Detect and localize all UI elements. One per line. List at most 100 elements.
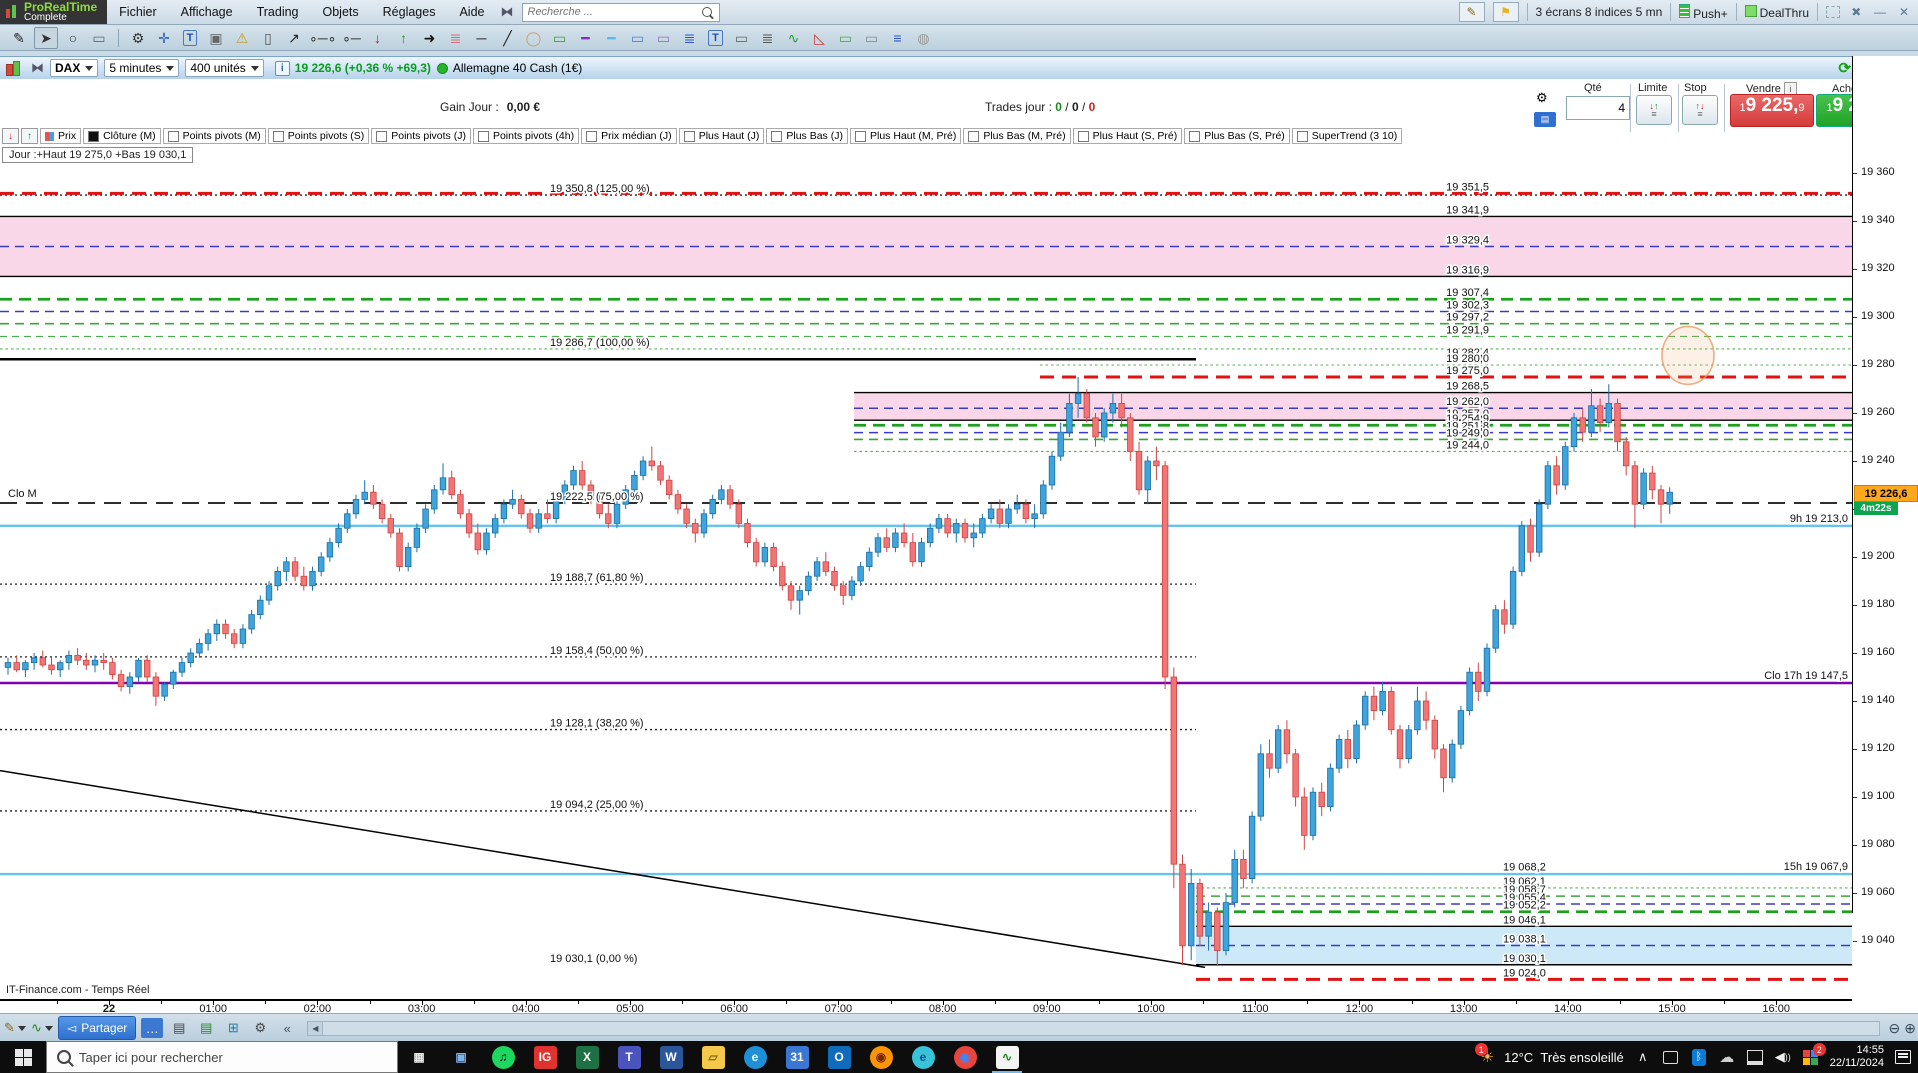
hline-icon[interactable]: ─ [470,28,492,48]
pin-icon[interactable]: ✚ [1845,1,1866,22]
instrument-select[interactable]: DAX [50,59,99,77]
menu-objets[interactable]: Objets [311,2,371,22]
legend-item-13[interactable]: SuperTrend (3 10) [1291,128,1403,144]
quantity-input[interactable] [1566,96,1630,120]
zoom-icon[interactable]: ○ [62,28,84,48]
zoom-in-icon[interactable]: ⊕ [1904,1020,1916,1037]
arrow-down-icon[interactable]: ↓ [366,28,388,48]
legend-item-6[interactable]: Prix médian (J) [581,128,677,144]
quotes-icon[interactable]: ▤ [195,1018,217,1038]
app-edge[interactable]: e [902,1041,944,1073]
legend-item-3[interactable]: Points pivots (S) [267,128,370,144]
notification-center-icon[interactable] [1894,1048,1912,1066]
price-axis[interactable]: 19 360 19 340 19 320 19 300 19 280 19 260 19 2… [1852,56,1918,946]
segment-icon[interactable]: ∘─∘ [309,28,336,48]
ellipse-icon[interactable]: ◯ [522,28,544,48]
fib-levels-icon[interactable]: ≣ [678,28,700,48]
tray-apps-icon[interactable]: 2 [1802,1043,1826,1066]
arrow-right-icon[interactable]: ➜ [418,28,440,48]
search-icon[interactable] [701,7,712,17]
tray-chevron-icon[interactable]: ∧ [1634,1048,1652,1066]
app-calendar[interactable]: 31 [776,1041,818,1073]
restore-icon[interactable] [1826,6,1840,18]
legend-item-1[interactable]: Clôture (M) [83,128,161,144]
network-icon[interactable] [1746,1048,1764,1066]
app-word[interactable]: W [650,1041,692,1073]
timeframe-select[interactable]: 5 minutes [104,59,180,77]
app-explorer[interactable]: ▱ [692,1041,734,1073]
annotation-icon[interactable]: ≡ [886,28,908,48]
pattern-icon[interactable]: ◺ [808,28,830,48]
taskbar-search[interactable]: Taper ici pour rechercher [46,1041,398,1073]
alert-icon[interactable]: ⚠ [231,28,253,48]
collapse-left-icon[interactable]: « [276,1018,298,1038]
collapse-down-button[interactable]: ↓ [2,128,19,144]
start-button[interactable] [0,1041,46,1073]
close-icon[interactable]: ✕ [1896,5,1912,19]
chart-style-button[interactable]: ∿ [31,1018,53,1038]
volume-icon[interactable]: ◀)) [1774,1048,1792,1066]
menu-affichage[interactable]: Affichage [169,2,245,22]
menu-aide[interactable]: Aide [447,2,496,22]
legend-item-0[interactable]: Prix [40,128,82,144]
legend-item-12[interactable]: Plus Bas (S, Pré) [1184,128,1290,144]
menu-trading[interactable]: Trading [245,2,311,22]
rect-green-icon[interactable]: ▭ [548,28,570,48]
move-icon[interactable]: ✛ [153,28,175,48]
app-chrome[interactable]: ◉ [944,1041,986,1073]
stop-order-button[interactable]: ↑↓ ≡ [1682,95,1718,125]
edit-layout-icon[interactable]: ✎ [1458,2,1485,22]
app-ie[interactable]: e [734,1041,776,1073]
link-instrument-icon[interactable]: ⧓ [31,60,44,76]
app-mail[interactable]: ▣ [440,1041,482,1073]
push-status[interactable]: Push+ [1679,3,1728,21]
rect-violet-icon[interactable]: ▭ [652,28,674,48]
wheel-icon[interactable]: ◍ [912,28,934,48]
collapse-up-button[interactable]: ↑ [21,128,38,144]
zigzag-icon[interactable]: ∿ [782,28,804,48]
order-settings-icon[interactable]: ⚙ [1536,90,1548,106]
limit-order-button[interactable]: ↓↑ ≡ [1636,95,1672,125]
rect-gray-icon[interactable]: ▭ [860,28,882,48]
weather-label[interactable]: 12°C Très ensoleillé [1504,1050,1624,1065]
ruler2-icon[interactable]: ▭ [730,28,752,48]
units-select[interactable]: 400 unités [185,59,264,77]
ray-icon[interactable]: ∘─ [340,28,362,48]
copy-icon[interactable]: ▣ [205,28,227,48]
task-view[interactable]: ▦ [398,1041,440,1073]
app-outlook[interactable]: O [818,1041,860,1073]
oblique-line-icon[interactable]: ╱ [496,28,518,48]
price-chart[interactable]: 19 350,8 (125,00 %) 19 286,7 (100,00 %) 19… [0,165,1852,985]
dealthru-status[interactable]: DealThru [1744,4,1809,20]
trash-icon[interactable]: ▯ [257,28,279,48]
bluetooth-icon[interactable]: ᛒ [1690,1048,1708,1066]
legend-item-9[interactable]: Plus Haut (M, Pré) [849,128,962,144]
chart-window-icon[interactable]: ⊞ [222,1018,244,1038]
refresh-icon[interactable]: ⟳ [1838,59,1851,77]
fibonacci-icon[interactable]: ≣ [444,28,466,48]
sell-button[interactable]: 19 225, 9 [1730,94,1814,127]
onedrive-icon[interactable]: ☁ [1718,1048,1736,1066]
arrow-up-icon[interactable]: ↑ [392,28,414,48]
app-excel[interactable]: X [566,1041,608,1073]
menu-fichier[interactable]: Fichier [107,2,169,22]
news-icon[interactable]: ▤ [168,1018,190,1038]
search-input[interactable] [521,2,720,22]
fib-time-icon[interactable]: ≣ [756,28,778,48]
info-icon[interactable]: i [274,60,290,76]
weather-icon[interactable]: ☀ 1 [1474,1043,1494,1066]
legend-item-5[interactable]: Points pivots (4h) [472,128,580,144]
hline-purple-icon[interactable]: ━ [574,28,596,48]
hline-blue-icon[interactable]: ━ [600,28,622,48]
settings-icon[interactable]: ⚙ [127,28,149,48]
chart-type-candle-icon[interactable] [5,60,21,76]
keyboard-icon[interactable]: ▤ [1534,112,1556,127]
draw-mode-button[interactable]: ✎ [4,1018,26,1038]
ruler-icon[interactable]: ▭ [88,28,110,48]
share-button[interactable]: ◅ Partager [58,1016,137,1040]
legend-item-4[interactable]: Points pivots (J) [371,128,471,144]
flag-icon[interactable]: ⚑ [1492,2,1519,22]
scroll-left-icon[interactable]: ◀ [308,1021,324,1035]
pencil-icon[interactable]: ✎ [8,28,30,48]
legend-item-10[interactable]: Plus Bas (M, Pré) [963,128,1071,144]
